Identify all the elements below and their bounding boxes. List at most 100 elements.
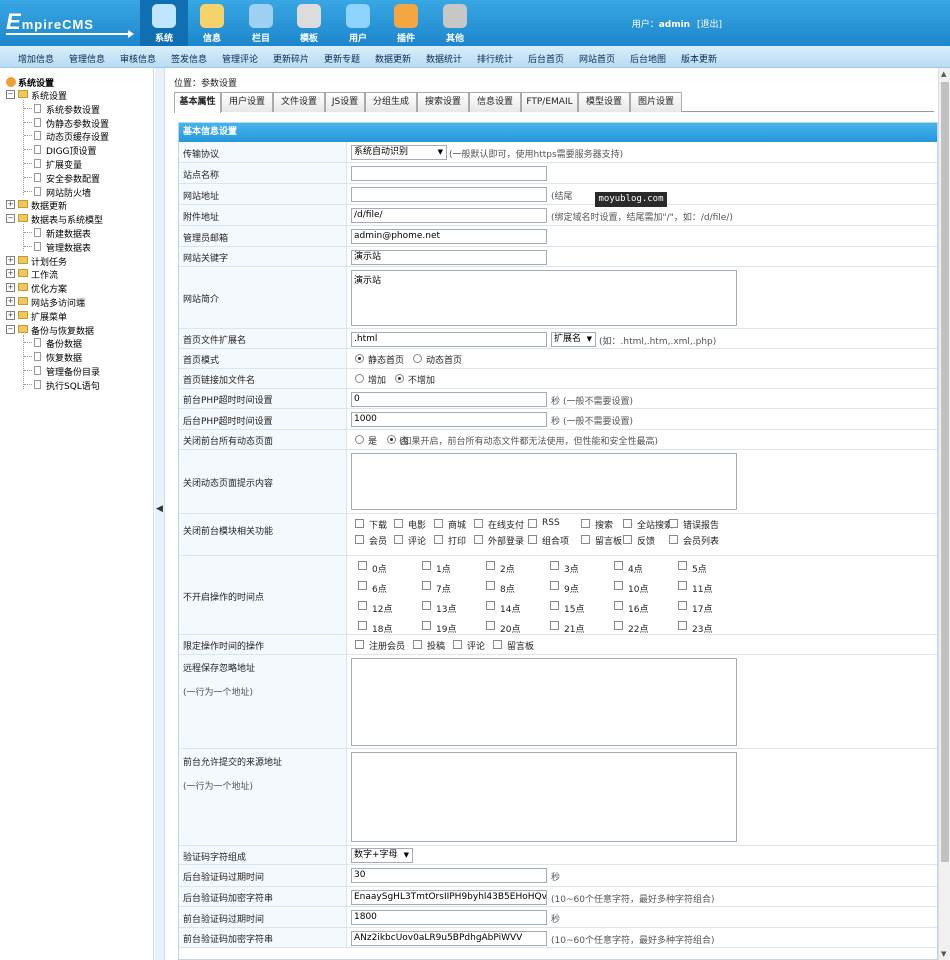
hour-checkbox-11[interactable] <box>678 581 687 590</box>
sidebar-group[interactable]: 计划任务 <box>31 255 67 268</box>
front-captcha-expire-input[interactable]: 1800 <box>351 910 547 925</box>
checkbox-5[interactable] <box>581 519 590 528</box>
checkbox-10[interactable] <box>434 535 443 544</box>
hour-checkbox-19[interactable] <box>422 621 431 630</box>
checkbox-6[interactable] <box>623 519 632 528</box>
tab-3[interactable]: JS设置 <box>325 92 365 112</box>
menu-item[interactable]: 版本更新 <box>681 52 717 65</box>
menu-item[interactable]: 增加信息 <box>18 52 54 65</box>
sidebar-group[interactable]: 备份与恢复数据 <box>31 324 94 337</box>
attach-url-input[interactable]: /d/file/ <box>351 208 547 223</box>
close-tip-textarea[interactable] <box>351 453 737 510</box>
limit-checkbox-2[interactable] <box>453 640 462 649</box>
checkbox-11[interactable] <box>474 535 483 544</box>
sidebar-item[interactable]: 安全参数配置 <box>46 172 100 185</box>
expand-toggle-icon[interactable]: + <box>6 283 15 293</box>
hour-checkbox-8[interactable] <box>486 581 495 590</box>
hour-checkbox-12[interactable] <box>358 601 367 610</box>
checkbox-14[interactable] <box>623 535 632 544</box>
expand-toggle-icon[interactable]: + <box>6 255 15 265</box>
hour-checkbox-10[interactable] <box>614 581 623 590</box>
menu-item[interactable]: 管理信息 <box>69 52 105 65</box>
sidebar-group[interactable]: 工作流 <box>31 268 58 281</box>
tab-0[interactable]: 基本属性 <box>174 92 221 113</box>
menu-item[interactable]: 后台地图 <box>630 52 666 65</box>
topnav-window[interactable]: 模板 <box>285 0 333 46</box>
hour-checkbox-13[interactable] <box>422 601 431 610</box>
topnav-gear[interactable]: 其他 <box>431 0 479 46</box>
hour-checkbox-18[interactable] <box>358 621 367 630</box>
sidebar-item[interactable]: 新建数据表 <box>46 227 91 240</box>
sidebar-item[interactable]: 伪静态参数设置 <box>46 117 109 130</box>
tab-8[interactable]: 模型设置 <box>578 92 630 112</box>
sidebar-item[interactable]: 网站防火墙 <box>46 186 91 199</box>
front-timeout-input[interactable]: 0 <box>351 392 547 407</box>
back-captcha-expire-input[interactable]: 30 <box>351 868 547 883</box>
sidebar-item[interactable]: 管理数据表 <box>46 241 91 254</box>
site-name-input[interactable] <box>351 166 547 181</box>
sidebar-group[interactable]: 数据更新 <box>31 199 67 212</box>
hour-checkbox-23[interactable] <box>678 621 687 630</box>
checkbox-12[interactable] <box>528 535 537 544</box>
expand-toggle-icon[interactable]: + <box>6 269 15 279</box>
hour-checkbox-3[interactable] <box>550 561 559 570</box>
topnav-tools[interactable]: 插件 <box>382 0 430 46</box>
sidebar-group[interactable]: 扩展菜单 <box>31 310 67 323</box>
hour-checkbox-5[interactable] <box>678 561 687 570</box>
checkbox-8[interactable] <box>355 535 364 544</box>
radio-index-link-0[interactable] <box>355 374 364 383</box>
sidebar-group[interactable]: 系统设置 <box>31 89 67 102</box>
checkbox-1[interactable] <box>394 519 403 528</box>
remote-ignore-textarea[interactable] <box>351 658 737 746</box>
menu-item[interactable]: 更新碎片 <box>273 52 309 65</box>
checkbox-7[interactable] <box>669 519 678 528</box>
checkbox-0[interactable] <box>355 519 364 528</box>
limit-checkbox-3[interactable] <box>493 640 502 649</box>
sidebar-group[interactable]: 网站多访问端 <box>31 296 85 309</box>
hour-checkbox-2[interactable] <box>486 561 495 570</box>
vertical-scrollbar[interactable]: ▲ ▼ <box>938 68 950 960</box>
scroll-up-icon[interactable]: ▲ <box>941 70 946 78</box>
tab-7[interactable]: FTP/EMAIL <box>521 92 578 112</box>
radio-index-mode-0[interactable] <box>355 354 364 363</box>
hour-checkbox-7[interactable] <box>422 581 431 590</box>
expand-toggle-icon[interactable]: − <box>6 214 15 224</box>
topnav-folder[interactable]: 栏目 <box>237 0 285 46</box>
menu-item[interactable]: 签发信息 <box>171 52 207 65</box>
tab-4[interactable]: 分组生成 <box>365 92 417 112</box>
sidebar-item[interactable]: DIGG顶设置 <box>46 144 97 157</box>
tab-2[interactable]: 文件设置 <box>273 92 325 112</box>
breadcrumb-link[interactable]: 参数设置 <box>201 79 237 89</box>
radio-close-dynamic-0[interactable] <box>355 435 364 444</box>
topnav-globe[interactable]: 系统 <box>140 0 188 46</box>
keywords-input[interactable]: 演示站 <box>351 250 547 265</box>
sidebar-toggle[interactable]: ◀ <box>155 68 165 960</box>
scrollbar-thumb[interactable] <box>941 82 949 862</box>
sidebar-group[interactable]: 优化方案 <box>31 282 67 295</box>
hour-checkbox-9[interactable] <box>550 581 559 590</box>
menu-item[interactable]: 数据统计 <box>426 52 462 65</box>
collapse-arrow-icon[interactable]: ◀ <box>156 504 163 514</box>
hour-checkbox-15[interactable] <box>550 601 559 610</box>
menu-item[interactable]: 更新专题 <box>324 52 360 65</box>
sidebar-item[interactable]: 恢复数据 <box>46 351 82 364</box>
allowed-sources-textarea[interactable] <box>351 752 737 842</box>
hour-checkbox-22[interactable] <box>614 621 623 630</box>
hour-checkbox-0[interactable] <box>358 561 367 570</box>
expand-toggle-icon[interactable]: + <box>6 310 15 320</box>
description-textarea[interactable]: 演示站 <box>351 270 737 326</box>
sidebar-item[interactable]: 扩展变量 <box>46 158 82 171</box>
sidebar-item[interactable]: 系统参数设置 <box>46 103 100 116</box>
menu-item[interactable]: 审核信息 <box>120 52 156 65</box>
hour-checkbox-1[interactable] <box>422 561 431 570</box>
tab-9[interactable]: 图片设置 <box>630 92 682 112</box>
sidebar-group[interactable]: 数据表与系统模型 <box>31 213 103 226</box>
checkbox-4[interactable] <box>528 519 537 528</box>
expand-toggle-icon[interactable]: + <box>6 297 15 306</box>
expand-toggle-icon[interactable]: + <box>6 200 15 210</box>
protocol-select[interactable]: 系统自动识别 <box>351 145 447 160</box>
back-timeout-input[interactable]: 1000 <box>351 412 547 427</box>
menu-item[interactable]: 后台首页 <box>528 52 564 65</box>
checkbox-2[interactable] <box>434 519 443 528</box>
hour-checkbox-17[interactable] <box>678 601 687 610</box>
